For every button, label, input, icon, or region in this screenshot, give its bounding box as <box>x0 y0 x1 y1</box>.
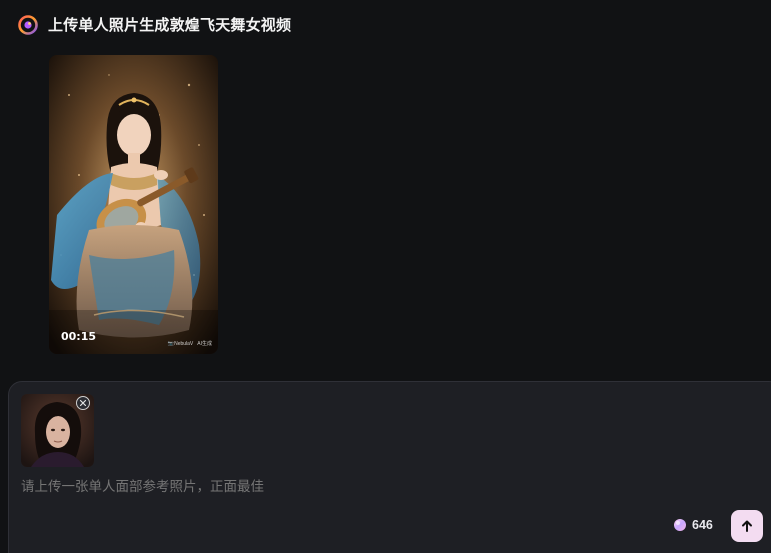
credits-value: 646 <box>692 518 713 532</box>
send-button[interactable] <box>731 510 763 542</box>
close-icon <box>79 399 87 407</box>
watermark-left: 📷NebulaV <box>167 340 194 347</box>
prompt-composer: 646 <box>8 381 771 553</box>
credits-balance: 646 <box>673 518 713 532</box>
arrow-up-icon <box>742 520 752 532</box>
page-title: 上传单人照片生成敦煌飞天舞女视频 <box>48 16 292 34</box>
video-preview[interactable]: 00:15 📷NebulaV AI生成 <box>49 55 218 354</box>
prompt-input[interactable] <box>21 479 661 495</box>
watermark-right: AI生成 <box>197 341 212 347</box>
app-logo-icon <box>18 14 38 35</box>
video-watermark: 📷NebulaV AI生成 <box>167 340 212 348</box>
dancer-with-pipa-image <box>49 55 218 354</box>
page: 上传单人照片生成敦煌飞天舞女视频 00:15 📷NebulaV AI生成 请上传… <box>0 0 771 553</box>
gem-icon <box>674 519 686 531</box>
header: 上传单人照片生成敦煌飞天舞女视频 <box>18 14 291 35</box>
video-duration: 00:15 <box>61 330 97 343</box>
remove-attachment-button[interactable] <box>76 396 90 410</box>
